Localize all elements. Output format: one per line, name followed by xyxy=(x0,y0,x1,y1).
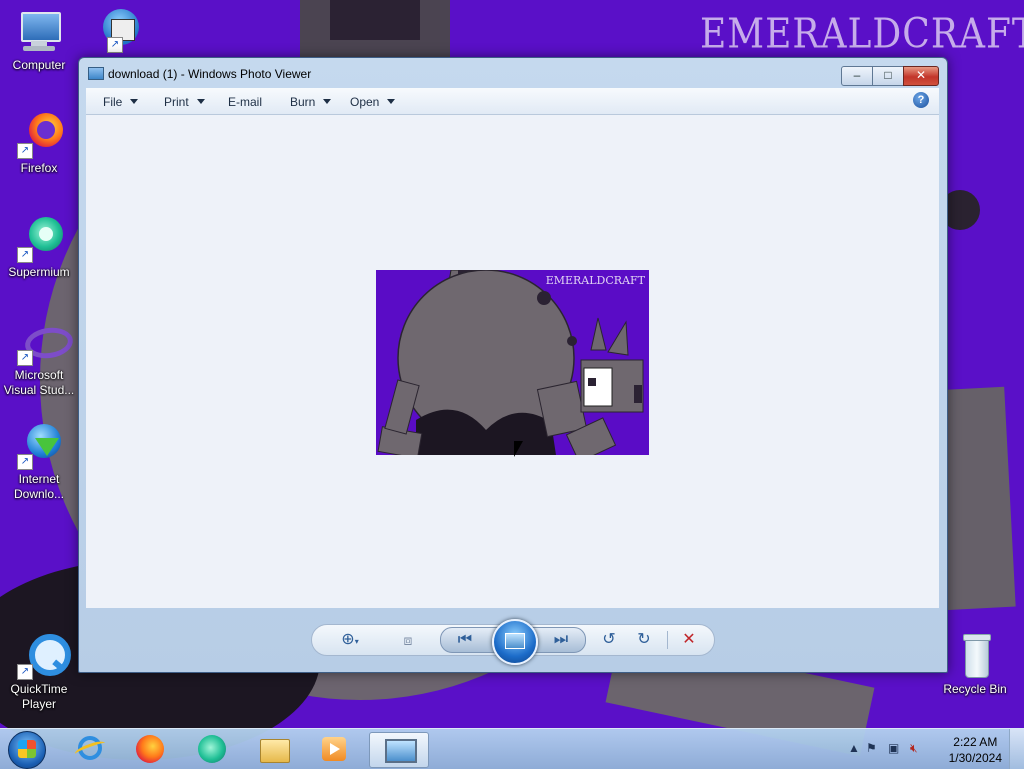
supermium-icon xyxy=(198,735,226,763)
dropdown-arrow-icon xyxy=(196,99,205,104)
taskbar: ▲ ⚑ ▣ 🔇︎ 2:22 AM 1/30/2024 xyxy=(0,728,1024,769)
actual-size-button[interactable]: ⧈ xyxy=(398,631,418,649)
slideshow-icon xyxy=(505,633,525,649)
supermium-icon: ↗ xyxy=(15,215,63,263)
firefox-icon xyxy=(136,735,164,763)
dropdown-arrow-icon xyxy=(323,99,332,104)
minimize-button[interactable]: – xyxy=(841,66,873,86)
desktop-icon-supermium[interactable]: ↗ Supermium xyxy=(1,215,77,280)
image-viewport[interactable]: EMERALDCRAFT xyxy=(86,115,939,608)
photo-watermark: EMERALDCRAFT xyxy=(545,274,645,287)
menu-label: Print xyxy=(164,95,189,109)
window-title: download (1) - Windows Photo Viewer xyxy=(108,67,312,81)
menu-burn[interactable]: Burn xyxy=(290,95,332,109)
shortcut-arrow-icon: ↗ xyxy=(107,37,123,53)
volume-muted-icon[interactable]: 🔇︎ xyxy=(910,741,918,756)
photo-artwork xyxy=(376,270,649,455)
menu-label: E-mail xyxy=(228,95,263,109)
taskbar-internet-explorer[interactable] xyxy=(70,732,110,766)
mouse-cursor-icon xyxy=(514,441,523,457)
close-icon: ✕ xyxy=(915,68,927,82)
system-tray: ▲ ⚑ ▣ 🔇︎ 2:22 AM 1/30/2024 xyxy=(844,729,1024,769)
maximize-button[interactable]: □ xyxy=(872,66,904,86)
dropdown-arrow-icon xyxy=(130,99,139,104)
toolbar-divider xyxy=(667,631,668,649)
zoom-button[interactable]: ⊕▾ xyxy=(340,631,360,649)
next-button[interactable]: ⏭ xyxy=(551,631,571,649)
delete-button[interactable]: ✕ xyxy=(679,631,699,649)
menu-print[interactable]: Print xyxy=(164,95,205,109)
menu-open[interactable]: Open xyxy=(350,95,396,109)
movie-maker-icon: ↗ xyxy=(91,5,139,53)
previous-button[interactable]: ⏮ xyxy=(455,631,475,649)
close-button[interactable]: ✕ xyxy=(903,66,939,86)
rotate-counterclockwise-button[interactable]: ↺ xyxy=(599,631,619,649)
taskbar-firefox[interactable] xyxy=(130,732,170,766)
clock-date: 1/30/2024 xyxy=(948,751,1002,765)
show-hidden-icons-icon[interactable]: ▲ xyxy=(848,741,860,755)
navigation-bar: ⊕▾ ⧈ ⏮ ⏭ ↺ ↻ ✕ xyxy=(79,608,945,670)
shortcut-arrow-icon: ↗ xyxy=(17,454,33,470)
dropdown-arrow-icon: ▾ xyxy=(354,637,359,646)
title-bar[interactable]: download (1) - Windows Photo Viewer – □ … xyxy=(79,58,947,88)
recycle-bin-icon xyxy=(951,632,999,680)
desktop-icon-label: QuickTime Player xyxy=(10,682,68,711)
show-desktop-button[interactable] xyxy=(1009,729,1024,769)
taskbar-media-player[interactable] xyxy=(314,732,354,766)
taskbar-supermium[interactable] xyxy=(192,732,232,766)
menu-file[interactable]: File xyxy=(103,95,139,109)
taskbar-photo-viewer[interactable] xyxy=(369,732,429,768)
clock[interactable]: 2:22 AM 1/30/2024 xyxy=(949,734,1002,766)
internet-download-manager-icon: ↗ xyxy=(15,422,63,470)
desktop-icon-label: Firefox xyxy=(20,161,58,175)
desktop-icon-label: Computer xyxy=(12,58,66,72)
menu-label: File xyxy=(103,95,123,109)
photo-viewer-app-icon xyxy=(88,67,104,80)
desktop-icon-label: Microsoft Visual Stud... xyxy=(3,368,75,397)
shortcut-arrow-icon: ↗ xyxy=(17,350,33,366)
taskbar-file-explorer[interactable] xyxy=(254,732,294,766)
playback-controls: ⊕▾ ⧈ ⏮ ⏭ ↺ ↻ ✕ xyxy=(311,619,715,665)
action-center-flag-icon[interactable]: ⚑ xyxy=(866,741,877,755)
help-icon[interactable]: ? xyxy=(913,92,929,108)
desktop-icon-quicktime[interactable]: ↗ QuickTime Player xyxy=(1,632,77,712)
file-explorer-icon xyxy=(260,739,290,763)
desktop-icon-label: Internet Downlo... xyxy=(13,472,65,501)
wallpaper-watermark: EMERALDCRAFT xyxy=(700,10,1024,59)
desktop-icon-movie-maker[interactable]: ↗ xyxy=(77,5,153,55)
dropdown-arrow-icon xyxy=(387,99,396,104)
shortcut-arrow-icon: ↗ xyxy=(17,143,33,159)
desktop-icon-internet-download-manager[interactable]: ↗ Internet Downlo... xyxy=(1,422,77,502)
shortcut-arrow-icon: ↗ xyxy=(17,664,33,680)
computer-icon xyxy=(15,8,63,56)
photo-viewer-window: download (1) - Windows Photo Viewer – □ … xyxy=(78,57,948,673)
menu-email[interactable]: E-mail xyxy=(228,95,262,109)
menu-label: Open xyxy=(350,95,380,109)
desktop-icon-firefox[interactable]: ↗ Firefox xyxy=(1,111,77,176)
clock-time: 2:22 AM xyxy=(953,735,998,749)
desktop-icon-label: Supermium xyxy=(8,265,70,279)
displayed-photo[interactable]: EMERALDCRAFT xyxy=(376,270,649,455)
menu-label: Burn xyxy=(290,95,316,109)
quicktime-icon: ↗ xyxy=(15,632,71,680)
slideshow-button[interactable] xyxy=(492,619,538,665)
desktop-icon-computer[interactable]: Computer xyxy=(1,8,77,73)
start-button[interactable] xyxy=(8,731,46,769)
photo-viewer-icon xyxy=(385,739,417,763)
desktop-icon-label: Recycle Bin xyxy=(943,682,1007,696)
rotate-clockwise-button[interactable]: ↻ xyxy=(634,631,654,649)
visual-studio-icon: ↗ xyxy=(15,318,75,366)
minimize-icon: – xyxy=(853,68,861,82)
desktop-icon-visual-studio[interactable]: ↗ Microsoft Visual Stud... xyxy=(1,318,77,398)
network-icon[interactable]: ▣ xyxy=(888,741,899,755)
shortcut-arrow-icon: ↗ xyxy=(17,247,33,263)
firefox-icon: ↗ xyxy=(15,111,63,159)
menu-bar: File Print E-mail Burn Open ? xyxy=(86,88,939,115)
windows-logo-icon xyxy=(18,740,36,758)
maximize-icon: □ xyxy=(884,68,892,82)
desktop-icon-recycle-bin[interactable]: Recycle Bin xyxy=(937,632,1013,697)
magnifier-icon: ⊕ xyxy=(341,631,355,648)
